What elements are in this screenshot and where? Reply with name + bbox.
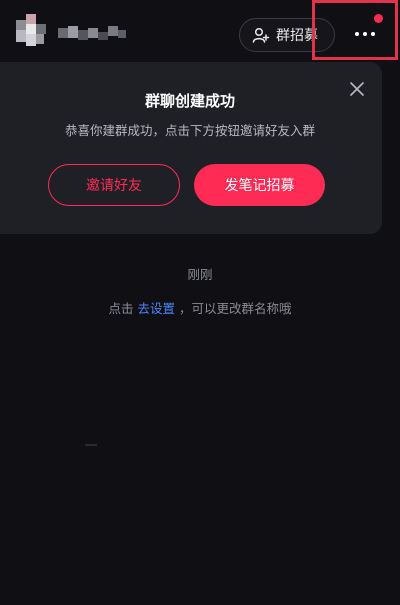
group-name-blurred <box>58 26 128 40</box>
group-avatar[interactable] <box>16 14 50 48</box>
card-subtitle: 恭喜你建群成功，点击下方按钮邀请好友入群 <box>64 123 315 138</box>
more-options-button[interactable] <box>350 24 380 44</box>
hint-prefix: 点击 <box>108 301 134 316</box>
decorative-speck <box>85 444 97 446</box>
card-title: 群聊创建成功 <box>144 92 235 110</box>
group-created-card: 群聊创建成功 恭喜你建群成功，点击下方按钮邀请好友入群 邀请好友 发笔记招募 <box>0 62 382 234</box>
post-note-recruit-button[interactable]: 发笔记招募 <box>194 164 325 206</box>
message-timestamp: 刚刚 <box>187 267 213 282</box>
invite-friends-button[interactable]: 邀请好友 <box>48 164 180 206</box>
top-bar: 群招募 <box>0 0 400 62</box>
notification-badge <box>374 14 383 23</box>
go-settings-link[interactable]: 去设置 <box>137 301 175 316</box>
person-add-icon <box>252 26 270 44</box>
close-icon[interactable] <box>347 79 367 99</box>
rename-hint: 点击 去设置 ，可以更改群名称哦 <box>0 298 400 317</box>
hint-suffix: ，可以更改群名称哦 <box>178 301 292 316</box>
more-dots-icon <box>355 32 375 36</box>
